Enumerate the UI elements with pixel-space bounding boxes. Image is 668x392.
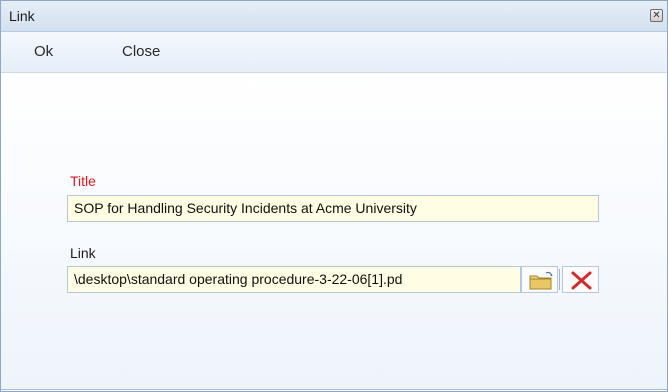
clear-link-button[interactable]	[562, 266, 599, 293]
window-close-icon[interactable]: ✕	[650, 9, 663, 22]
close-button[interactable]: Close	[122, 43, 160, 60]
title-input[interactable]: SOP for Handling Security Incidents at A…	[67, 195, 599, 222]
title-bar[interactable]: Link ✕	[1, 1, 667, 32]
dialog-content	[1, 74, 667, 390]
delete-icon	[571, 271, 592, 290]
ok-button[interactable]: Ok	[34, 43, 53, 60]
toolbar: Ok Close	[1, 32, 667, 73]
button-separator	[559, 269, 560, 290]
title-label: Title	[70, 173, 96, 189]
window-title: Link	[9, 8, 35, 24]
folder-icon	[529, 271, 553, 290]
link-dialog: Link ✕ Ok Close Title SOP for Handling S…	[0, 0, 668, 392]
link-input[interactable]: \desktop\standard operating procedure-3-…	[67, 266, 521, 293]
browse-folder-button[interactable]	[521, 266, 558, 293]
link-label: Link	[70, 245, 96, 261]
